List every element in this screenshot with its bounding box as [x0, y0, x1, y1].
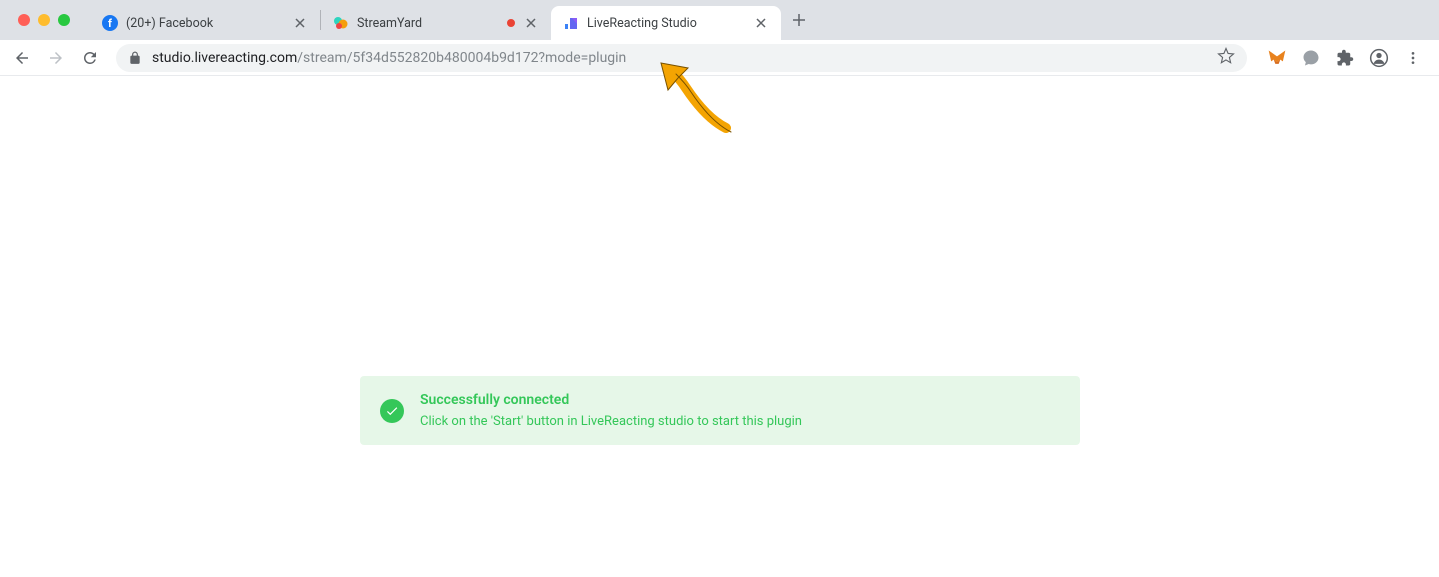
chat-extension-icon[interactable]: [1301, 48, 1321, 68]
recording-indicator-icon: [507, 19, 515, 27]
metamask-extension-icon[interactable]: [1267, 48, 1287, 68]
window-close-button[interactable]: [18, 14, 30, 26]
window-controls: [8, 14, 80, 26]
tab-bar: f (20+) Facebook StreamYard: [0, 0, 1439, 40]
reload-button[interactable]: [76, 44, 104, 72]
tabs-container: f (20+) Facebook StreamYard: [90, 0, 1439, 40]
favicon-facebook: f: [102, 15, 118, 31]
success-alert: Successfully connected Click on the 'Sta…: [360, 376, 1080, 445]
alert-text-container: Successfully connected Click on the 'Sta…: [420, 392, 802, 429]
profile-icon[interactable]: [1369, 48, 1389, 68]
tab-streamyard[interactable]: StreamYard: [321, 6, 551, 40]
window-minimize-button[interactable]: [38, 14, 50, 26]
close-icon[interactable]: [523, 15, 539, 31]
menu-icon[interactable]: [1403, 48, 1423, 68]
forward-button[interactable]: [42, 44, 70, 72]
tab-title: (20+) Facebook: [126, 16, 284, 31]
tab-title: StreamYard: [357, 16, 499, 31]
lock-icon: [128, 51, 142, 65]
new-tab-button[interactable]: [785, 6, 813, 34]
favicon-livereacting: [563, 15, 579, 31]
toolbar: studio.livereacting.com/stream/5f34d5528…: [0, 40, 1439, 76]
address-bar[interactable]: studio.livereacting.com/stream/5f34d5528…: [116, 44, 1247, 72]
url-domain: studio.livereacting.com: [152, 50, 297, 66]
tab-title: LiveReacting Studio: [587, 16, 745, 31]
favicon-streamyard: [333, 15, 349, 31]
tab-livereacting[interactable]: LiveReacting Studio: [551, 6, 781, 40]
close-icon[interactable]: [753, 15, 769, 31]
url-text: studio.livereacting.com/stream/5f34d5528…: [152, 50, 626, 66]
alert-description: Click on the 'Start' button in LiveReact…: [420, 414, 802, 429]
window-maximize-button[interactable]: [58, 14, 70, 26]
extensions-icon[interactable]: [1335, 48, 1355, 68]
checkmark-icon: [380, 399, 404, 423]
url-path: /stream/5f34d552820b480004b9d172?mode=pl…: [297, 50, 626, 66]
page-content: Successfully connected Click on the 'Sta…: [0, 76, 1439, 577]
alert-title: Successfully connected: [420, 392, 802, 408]
back-button[interactable]: [8, 44, 36, 72]
toolbar-actions: [1259, 48, 1431, 68]
tab-facebook[interactable]: f (20+) Facebook: [90, 6, 320, 40]
bookmark-star-icon[interactable]: [1217, 47, 1235, 69]
close-icon[interactable]: [292, 15, 308, 31]
